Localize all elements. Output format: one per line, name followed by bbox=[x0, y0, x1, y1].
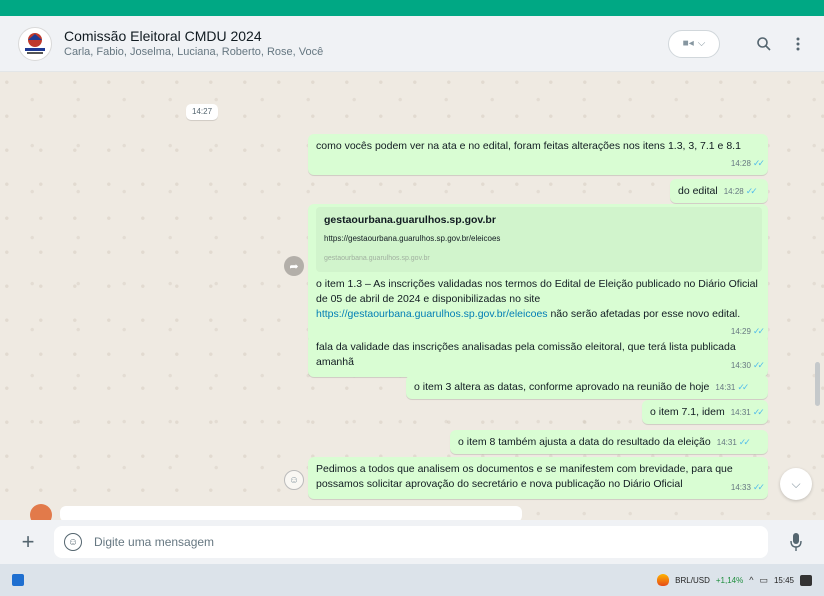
scroll-down-icon[interactable]: ⌵ bbox=[780, 468, 812, 500]
ticker-change: +1,14% bbox=[715, 575, 744, 585]
read-ticks-icon: ✓✓ bbox=[752, 407, 765, 417]
message-time: 14:28 ✓✓ bbox=[723, 186, 758, 196]
incoming-message-bubble[interactable] bbox=[60, 506, 522, 520]
weather-widget-icon[interactable] bbox=[657, 574, 670, 586]
message-bubble[interactable]: fala da validade das inscrições analisad… bbox=[308, 335, 768, 377]
message-text: o item 1.3 – As inscrições validadas nos… bbox=[316, 278, 758, 305]
link-preview-domain: gestaourbana.guarulhos.sp.gov.br bbox=[324, 214, 496, 226]
app-icon[interactable] bbox=[12, 574, 24, 586]
group-avatar-icon[interactable] bbox=[18, 26, 52, 61]
link-preview-url: https://gestaourbana.guarulhos.sp.gov.br… bbox=[324, 234, 501, 243]
menu-icon[interactable] bbox=[786, 32, 810, 56]
message-bubble[interactable]: o item 7.1, idem 14:31 ✓✓ bbox=[642, 400, 768, 424]
message-time: 14:33 ✓✓ bbox=[730, 482, 765, 492]
message-link[interactable]: https://gestaourbana.guarulhos.sp.gov.br… bbox=[316, 308, 548, 320]
network-icon[interactable]: ▭ bbox=[759, 575, 768, 586]
message-bubble[interactable]: gestaourbana.guarulhos.sp.gov.br https:/… bbox=[308, 204, 768, 343]
read-ticks-icon: ✓✓ bbox=[752, 360, 765, 370]
mic-icon[interactable] bbox=[784, 533, 808, 551]
emoji-icon[interactable]: ☺ bbox=[64, 533, 82, 551]
read-ticks-icon: ✓✓ bbox=[737, 382, 749, 392]
link-preview-card[interactable]: gestaourbana.guarulhos.sp.gov.br https:/… bbox=[316, 207, 762, 272]
plus-icon[interactable]: + bbox=[16, 531, 40, 553]
message-text: o item 3 altera as datas, conforme aprov… bbox=[414, 381, 710, 393]
chat-area[interactable]: 14:27 como vocês podem ver na ata e no e… bbox=[0, 72, 824, 520]
message-bubble[interactable]: o item 3 altera as datas, conforme aprov… bbox=[406, 375, 768, 399]
read-ticks-icon: ✓✓ bbox=[752, 482, 765, 492]
forward-icon[interactable]: ➦ bbox=[284, 256, 304, 276]
message-bubble[interactable]: o item 8 também ajusta a data do resulta… bbox=[450, 430, 768, 454]
chat-header: Comissão Eleitoral CMDU 2024 Carla, Fabi… bbox=[0, 16, 824, 72]
message-time: 14:31 ✓✓ bbox=[715, 382, 749, 392]
os-taskbar: BRL/USD +1,14% ^ ▭ 15:45 bbox=[0, 564, 824, 596]
read-ticks-icon: ✓✓ bbox=[738, 437, 751, 447]
read-ticks-icon: ✓✓ bbox=[752, 158, 765, 168]
message-text: do edital bbox=[678, 185, 718, 197]
chat-title: Comissão Eleitoral CMDU 2024 bbox=[64, 28, 262, 44]
message-text: não serão afetadas por esse novo edital. bbox=[547, 308, 741, 320]
message-time: 14:31 ✓✓ bbox=[730, 407, 765, 417]
message-text: o item 8 também ajusta a data do resulta… bbox=[458, 436, 711, 448]
sender-avatar[interactable] bbox=[30, 504, 52, 520]
video-call-button[interactable]: ■◂ ⌵ bbox=[668, 29, 720, 58]
message-text: como vocês podem ver na ata e no edital,… bbox=[316, 140, 741, 152]
chat-participants: Carla, Fabio, Joselma, Luciana, Roberto,… bbox=[64, 46, 324, 58]
search-icon[interactable] bbox=[752, 32, 776, 56]
message-bubble[interactable]: como vocês podem ver na ata e no edital,… bbox=[308, 134, 768, 175]
emoji-reaction-icon[interactable]: ☺ bbox=[284, 470, 304, 490]
read-ticks-icon: ✓✓ bbox=[745, 186, 758, 196]
message-time: 14:28 ✓✓ bbox=[730, 158, 765, 168]
link-preview-site: gestaourbana.guarulhos.sp.gov.br bbox=[324, 255, 430, 262]
message-input[interactable]: Digite uma mensagem bbox=[94, 535, 214, 549]
message-bubble[interactable]: do edital 14:28 ✓✓ bbox=[670, 179, 768, 203]
message-time: 14:31 ✓✓ bbox=[716, 437, 751, 447]
message-text: Pedimos a todos que analisem os document… bbox=[316, 463, 733, 490]
time-chip: 14:27 bbox=[186, 104, 219, 120]
video-call-icon: ■◂ bbox=[682, 38, 694, 49]
ticker-name: BRL/USD bbox=[675, 575, 710, 585]
message-bubble[interactable]: Pedimos a todos que analisem os document… bbox=[308, 457, 768, 499]
message-composer: + ☺ Digite uma mensagem bbox=[0, 520, 824, 564]
chevron-down-icon: ⌵ bbox=[697, 38, 706, 49]
scrollbar[interactable] bbox=[815, 362, 820, 406]
clock[interactable]: 15:45 bbox=[774, 576, 794, 585]
message-text: o item 7.1, idem bbox=[650, 406, 725, 418]
system-tray: BRL/USD +1,14% ^ ▭ 15:45 bbox=[657, 574, 812, 586]
top-accent-bar bbox=[0, 0, 824, 16]
chat-title-block[interactable]: Comissão Eleitoral CMDU 2024 Carla, Fabi… bbox=[64, 27, 668, 60]
notification-icon[interactable] bbox=[800, 574, 812, 586]
message-input-box[interactable]: ☺ Digite uma mensagem bbox=[54, 526, 768, 558]
message-time: 14:30 ✓✓ bbox=[730, 360, 765, 370]
chevron-up-icon[interactable]: ^ bbox=[749, 575, 753, 585]
